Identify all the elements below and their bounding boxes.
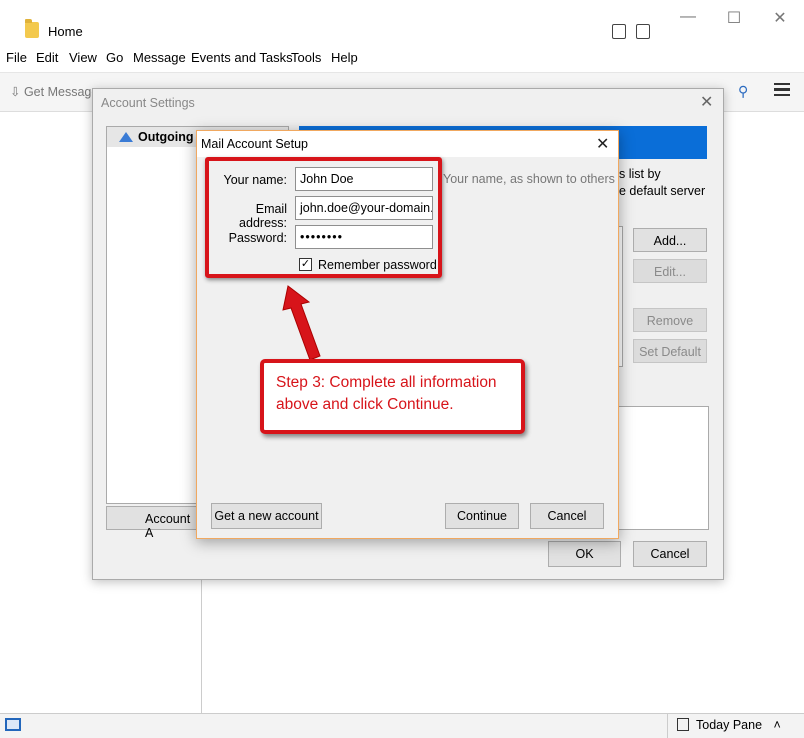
calendar-icon <box>677 718 689 731</box>
get-new-account-button[interactable]: Get a new account <box>211 503 322 529</box>
instruction-callout: Step 3: Complete all information above a… <box>260 359 525 434</box>
minimize-button[interactable]: — <box>673 8 703 26</box>
edit-button[interactable]: Edit... <box>633 259 707 283</box>
server-details-box <box>619 406 709 530</box>
callout-line-1: Step 3: Complete all information <box>276 374 497 391</box>
menu-edit[interactable]: Edit <box>36 50 58 65</box>
tasks-icon[interactable] <box>636 24 650 39</box>
app-menu-icon[interactable] <box>774 83 790 97</box>
remove-button[interactable]: Remove <box>633 308 707 332</box>
continue-button[interactable]: Continue <box>445 503 519 529</box>
today-pane-toggle[interactable]: Today Pane ˄ <box>667 714 781 738</box>
menu-file[interactable]: File <box>6 50 27 65</box>
download-icon: ⇩ <box>10 85 24 99</box>
ok-button[interactable]: OK <box>548 541 621 567</box>
highlight-box <box>205 157 442 278</box>
cancel-button[interactable]: Cancel <box>530 503 604 529</box>
window-title: Home <box>48 24 83 39</box>
menu-view[interactable]: View <box>69 50 97 65</box>
menu-message[interactable]: Message <box>133 50 186 65</box>
close-button[interactable]: ✕ <box>765 8 795 28</box>
account-cancel-button[interactable]: Cancel <box>633 541 707 567</box>
maximize-button[interactable]: ☐ <box>719 8 749 28</box>
menu-events-tasks[interactable]: Events and Tasks <box>191 50 293 65</box>
set-default-button[interactable]: Set Default <box>633 339 707 363</box>
upload-icon <box>119 132 133 142</box>
account-actions-button[interactable]: Account A <box>106 506 201 540</box>
mail-setup-title: Mail Account Setup <box>201 137 309 151</box>
network-icon[interactable] <box>5 718 21 731</box>
account-settings-title: Account Settings <box>101 96 195 110</box>
name-hint: Your name, as shown to others <box>443 172 615 186</box>
add-button[interactable]: Add... <box>633 228 707 252</box>
account-settings-close-icon[interactable]: ✕ <box>700 92 713 112</box>
arrow-annotation <box>282 285 321 361</box>
mail-setup-close-icon[interactable]: ✕ <box>596 134 609 154</box>
today-pane-label: Today Pane <box>696 718 763 732</box>
menu-help[interactable]: Help <box>331 50 358 65</box>
folder-icon <box>25 19 39 38</box>
get-messages-button[interactable]: ⇩ Get Messages <box>10 84 105 99</box>
smtp-description: s list by e default server <box>619 167 706 198</box>
chevron-up-icon: ˄ <box>773 718 781 732</box>
smtp-server-list <box>619 226 623 367</box>
calendar-icon[interactable] <box>612 24 626 39</box>
menu-tools[interactable]: Tools <box>291 50 321 65</box>
callout-line-2: above and click Continue. <box>276 396 454 413</box>
search-icon[interactable]: ⚲ <box>738 83 748 100</box>
menu-go[interactable]: Go <box>106 50 123 65</box>
